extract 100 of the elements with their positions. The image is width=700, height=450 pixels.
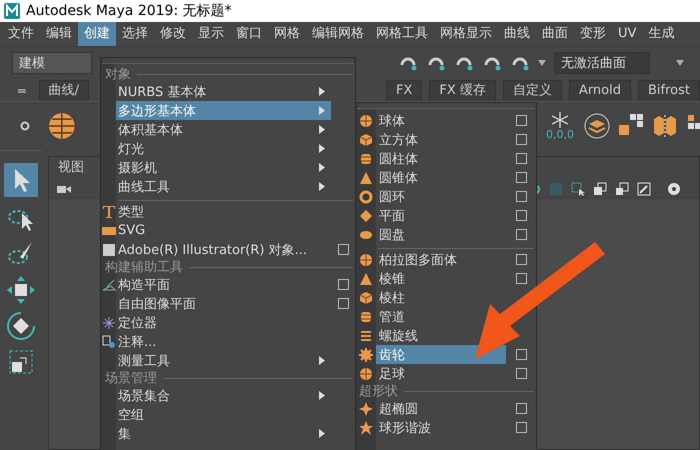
option-box[interactable] [516, 422, 526, 433]
menu-item[interactable]: 圆环 [376, 187, 411, 206]
curve-field[interactable]: 无激活曲面 [554, 52, 650, 74]
torus-icon [359, 190, 373, 204]
menu-item[interactable]: 超椭圆 [376, 399, 424, 418]
sphere-icon[interactable] [48, 112, 76, 140]
menu-bar-item[interactable]: 选择 [116, 22, 154, 46]
camera-icon[interactable] [57, 184, 71, 194]
menu-item[interactable]: 圆柱体 [376, 149, 424, 168]
menu-item[interactable]: 注释... [116, 332, 162, 351]
menu-bar-item[interactable]: 显示 [192, 22, 230, 46]
option-box[interactable] [338, 298, 348, 309]
submenu-arrow-icon [319, 144, 325, 153]
menu-bar-item[interactable]: 变形 [574, 22, 612, 46]
menu-item[interactable]: 多边形基本体 [116, 101, 331, 120]
caret-icon[interactable] [676, 60, 684, 66]
menu-item[interactable]: 平面 [376, 206, 411, 225]
option-box[interactable] [516, 349, 526, 360]
option-box[interactable] [516, 273, 526, 284]
menu-bar-item[interactable]: 编辑网格 [306, 22, 370, 46]
select-tool-icon[interactable] [4, 163, 38, 197]
shelf-tab[interactable]: Bifrost [638, 80, 700, 101]
menu-item[interactable]: SVG [116, 221, 152, 240]
menu-item[interactable]: 柏拉图多面体 [376, 250, 463, 269]
section-header: 超形状 [359, 383, 398, 400]
menu-bar-item[interactable]: 窗口 [230, 22, 268, 46]
menu-item[interactable]: 集 [116, 424, 331, 443]
menu-bar-item[interactable]: 网格工具 [370, 22, 434, 46]
menu-bar-item[interactable]: 网格显示 [434, 22, 498, 46]
aperture-icon[interactable] [667, 182, 681, 196]
option-box[interactable] [516, 134, 526, 145]
menu-item[interactable]: 体积基本体 [116, 120, 331, 139]
menu-bar-item[interactable]: 编辑 [40, 22, 78, 46]
menu-item[interactable]: 类型 [116, 202, 150, 221]
overlap-icon[interactable] [593, 182, 607, 196]
submenu-arrow-icon [319, 106, 325, 115]
submenu-arrow-icon [319, 125, 325, 134]
shelf-tab[interactable]: FX 缓存 [429, 80, 496, 101]
move-tool-icon[interactable] [6, 275, 36, 305]
shelf-tab[interactable]: 自定义 [502, 80, 562, 101]
menu-item[interactable]: 棱锥 [376, 269, 411, 288]
option-box[interactable] [516, 210, 526, 221]
layers-icon[interactable] [584, 113, 610, 139]
menu-item[interactable]: 足球 [376, 364, 411, 383]
menu-item[interactable]: 场景集合 [116, 386, 331, 405]
menu-item[interactable]: 构造平面 [116, 275, 176, 294]
plane-icon [359, 208, 373, 222]
option-box[interactable] [516, 115, 526, 126]
menu-bar-item[interactable]: 网格 [268, 22, 306, 46]
section-header: 场景管理 [105, 370, 157, 387]
option-box[interactable] [516, 254, 526, 265]
split-box-icon[interactable] [652, 113, 678, 139]
helix-icon [359, 328, 373, 342]
menu-item[interactable]: 曲线工具 [116, 177, 331, 196]
shelf-tab[interactable]: 曲线/ [38, 80, 90, 101]
menu-bar-item[interactable]: 曲线 [498, 22, 536, 46]
caret-icon[interactable] [538, 60, 546, 66]
rotate-tool-icon[interactable] [6, 311, 36, 341]
shelf-tab[interactable]: Arnold [568, 80, 631, 101]
select-box-icon[interactable] [571, 182, 585, 196]
menu-item[interactable]: 棱柱 [376, 288, 411, 307]
option-box[interactable] [516, 368, 526, 379]
menu-bar-item[interactable]: 修改 [154, 22, 192, 46]
view-menu[interactable]: 视图 [49, 157, 84, 179]
menu-item[interactable]: 圆锥体 [376, 168, 424, 187]
menu-bar-item[interactable]: 创建 [78, 22, 116, 46]
menu-item[interactable]: 空组 [116, 405, 150, 424]
option-box[interactable] [516, 191, 526, 202]
menu-item[interactable]: Adobe(R) Illustrator(R) 对象... [116, 240, 314, 259]
menu-item[interactable]: 球形谐波 [376, 418, 437, 437]
shelf-menu-icon[interactable] [18, 88, 26, 94]
section-header: 构建辅助工具 [105, 259, 183, 276]
menu-item[interactable]: 灯光 [116, 139, 331, 158]
option-box[interactable] [338, 244, 348, 255]
menu-item[interactable]: 立方体 [376, 130, 424, 149]
menu-bar-item[interactable]: 生成 [642, 22, 680, 46]
menu-item[interactable]: 管道 [376, 307, 411, 326]
wand-icon[interactable] [637, 182, 651, 196]
snowflake-icon[interactable] [550, 112, 570, 128]
menu-item[interactable]: 自由图像平面 [116, 294, 202, 313]
menu-item[interactable]: 定位器 [116, 313, 163, 332]
option-box[interactable] [338, 279, 348, 290]
pyramid-icon [359, 272, 373, 286]
option-box[interactable] [516, 153, 526, 164]
menu-bar-item[interactable]: UV [612, 22, 642, 46]
menu-item[interactable]: 螺旋线 [376, 326, 424, 345]
menu-item[interactable]: 球体 [376, 111, 411, 130]
menu-item[interactable]: NURBS 基本体 [116, 82, 331, 101]
menu-item[interactable]: 摄影机 [116, 158, 331, 177]
shelf-tab[interactable]: FX [386, 80, 422, 101]
menu-bar-item[interactable]: 曲面 [536, 22, 574, 46]
overlap-icon[interactable] [615, 182, 629, 196]
menu-item[interactable]: 圆盘 [376, 225, 411, 244]
menu-item[interactable]: 齿轮 [376, 345, 506, 364]
menu-item[interactable]: 测量工具 [116, 351, 331, 370]
option-box[interactable] [516, 172, 526, 183]
menu-bar-item[interactable]: 文件 [2, 22, 40, 46]
option-box[interactable] [516, 403, 526, 414]
mode-dropdown[interactable]: 建模 [12, 52, 92, 74]
option-box[interactable] [516, 229, 526, 240]
